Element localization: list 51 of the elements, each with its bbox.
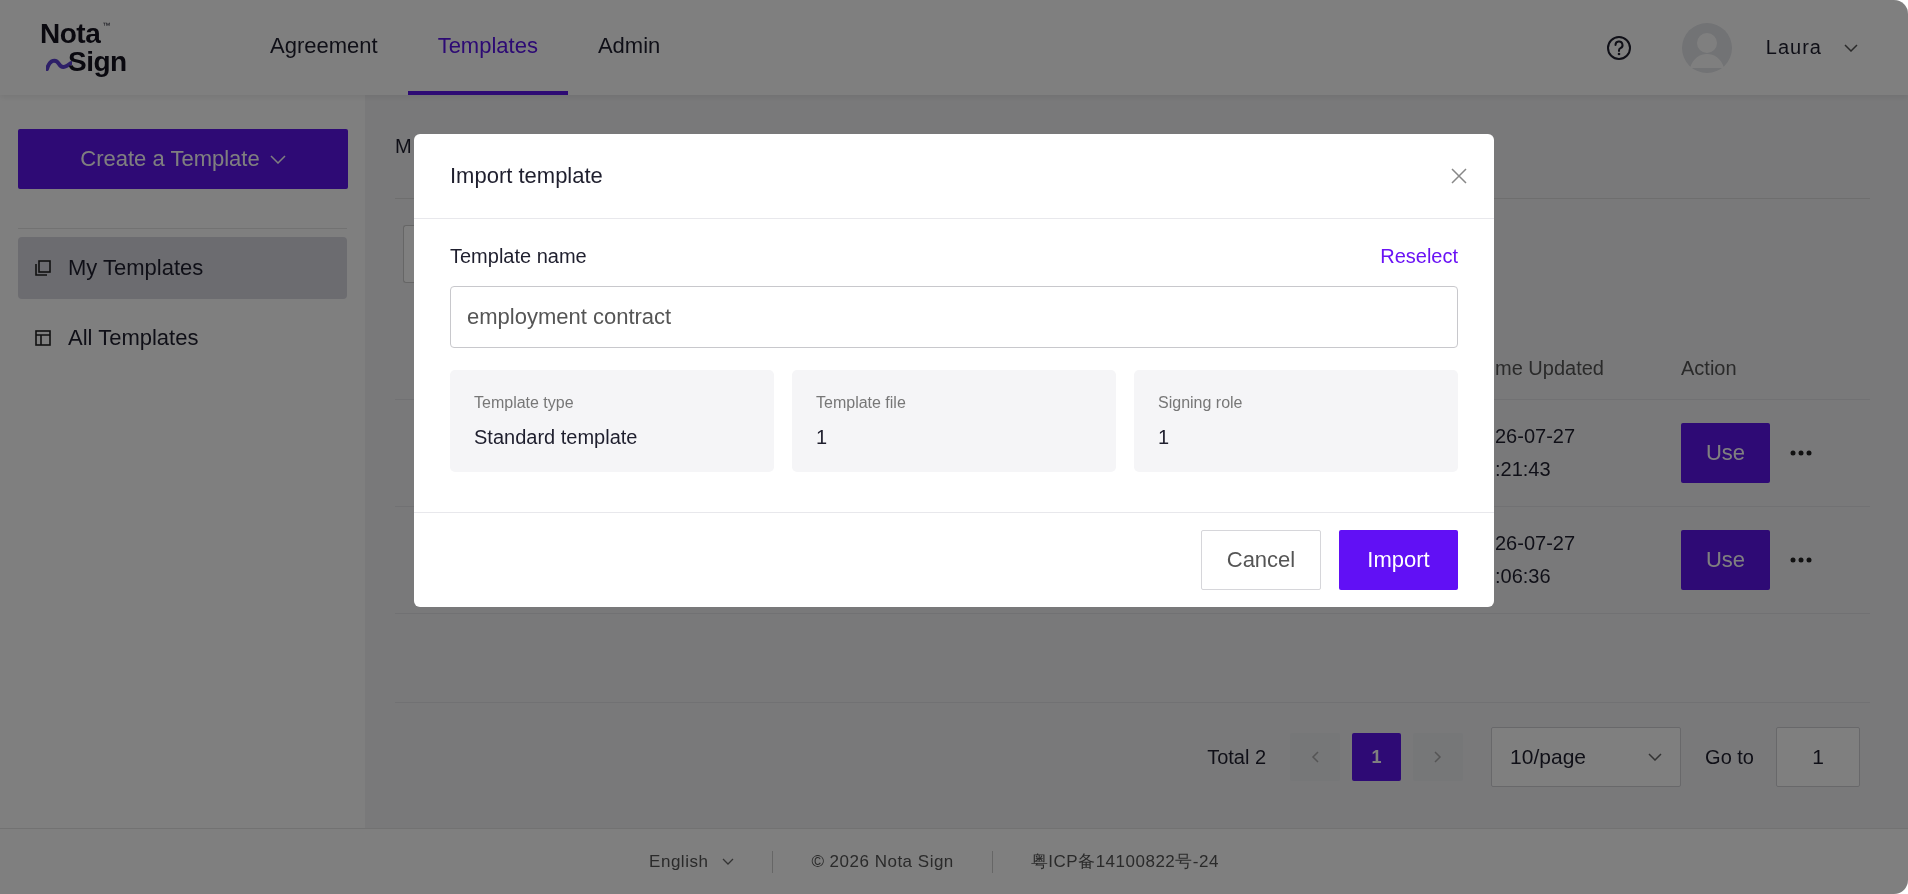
chevron-down-icon[interactable] <box>1844 43 1858 52</box>
create-template-button[interactable]: Create a Template <box>18 129 348 189</box>
info-label: Template type <box>474 393 575 412</box>
column-header: me Updated <box>1495 356 1604 379</box>
nav-tab[interactable]: Templates <box>407 0 568 95</box>
table-cell-text: 26-07-27 <box>1495 425 1577 448</box>
chevron-down-icon <box>722 858 735 865</box>
more-icon[interactable] <box>1790 557 1812 563</box>
nav-tab[interactable]: Admin <box>567 0 691 95</box>
logo-text: Sign <box>68 47 127 76</box>
cancel-button[interactable]: Cancel <box>1201 530 1321 590</box>
chevron-down-icon <box>1648 753 1663 761</box>
close-icon[interactable] <box>1451 168 1467 184</box>
info-value: Standard template <box>474 425 639 449</box>
table-cell-text: :06:36 <box>1495 565 1552 588</box>
info-value: 1 <box>816 425 829 449</box>
field-label: Template name <box>450 245 587 268</box>
use-button[interactable]: Use <box>1681 530 1770 590</box>
info-label: Template file <box>816 393 907 412</box>
more-icon[interactable] <box>1790 450 1812 456</box>
reselect-link[interactable]: Reselect <box>1380 245 1458 268</box>
use-button[interactable]: Use <box>1681 423 1770 483</box>
chevron-right-icon <box>1434 751 1443 763</box>
page-number-field[interactable]: 1 <box>1776 727 1860 787</box>
info-value: 1 <box>1158 425 1171 449</box>
layout-icon <box>34 329 52 347</box>
trademark-sign: ™ <box>102 21 111 30</box>
import-button[interactable]: Import <box>1339 530 1458 590</box>
icp-link[interactable]: 粤ICP备14100822号-24 <box>1030 850 1219 873</box>
info-label: Signing role <box>1158 393 1244 412</box>
nav-tab[interactable]: Agreement <box>240 0 408 95</box>
table-cell-text: 26-07-27 <box>1495 532 1577 555</box>
page-size-select[interactable]: 10/page <box>1491 727 1682 787</box>
user-name[interactable]: Laura <box>1765 36 1822 59</box>
chevron-down-icon <box>269 154 286 164</box>
template-name-field[interactable]: employment contract <box>450 286 1458 348</box>
table-cell-text: :21:43 <box>1495 458 1552 481</box>
page-heading: M <box>395 135 412 158</box>
go-to-label: Go to <box>1705 745 1754 769</box>
page-button[interactable]: 1 <box>1352 733 1402 781</box>
column-header: Action <box>1681 356 1737 379</box>
total-count: Total 2 <box>1207 745 1267 769</box>
sidebar-item[interactable]: My Templates <box>18 237 347 299</box>
sidebar-item[interactable]: All Templates <box>18 307 347 369</box>
copy-icon <box>34 259 52 277</box>
dialog-title: Import template <box>450 163 603 189</box>
copyright-text: © 2026 Nota Sign <box>811 851 954 872</box>
help-icon[interactable] <box>1605 34 1632 61</box>
language-select[interactable]: English <box>649 851 735 872</box>
logo-text: Nota <box>40 19 101 48</box>
chevron-left-icon <box>1311 751 1320 763</box>
